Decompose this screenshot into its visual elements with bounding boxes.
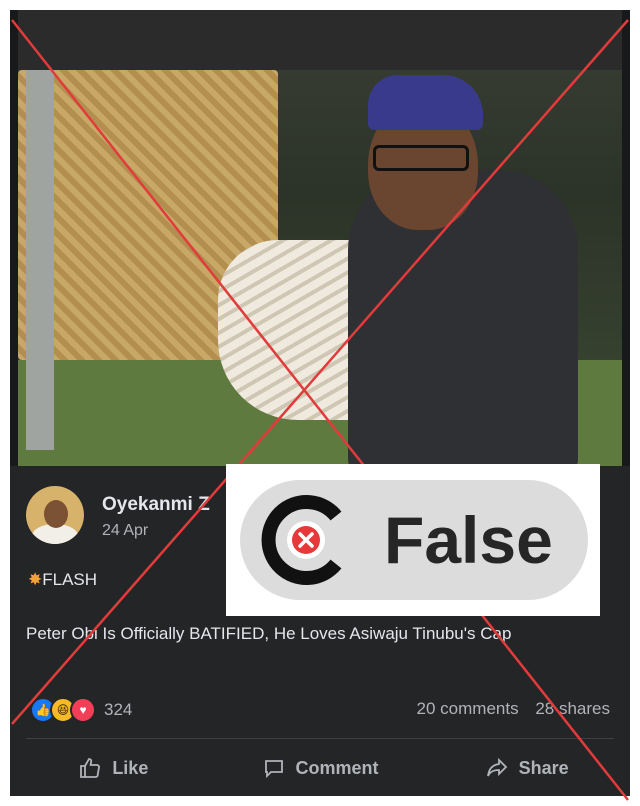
love-reaction-icon: ♥ <box>70 697 96 723</box>
collision-icon: ✸ <box>28 570 43 589</box>
flash-line: ✸FLASH <box>28 570 97 590</box>
thumbs-up-icon <box>80 758 101 778</box>
divider <box>26 738 614 739</box>
engagement-stats: 20 comments 28 shares <box>405 699 610 719</box>
author-avatar[interactable] <box>26 486 84 544</box>
verdict-pill: False <box>240 480 588 600</box>
verdict-label: False <box>384 503 553 577</box>
comment-icon <box>264 760 283 779</box>
comment-button[interactable]: Comment <box>217 748 424 788</box>
post-date[interactable]: 24 Apr <box>102 522 148 540</box>
comment-label: Comment <box>295 757 379 778</box>
fact-check-badge: False <box>226 464 600 616</box>
fact-check-logo-icon <box>261 495 342 585</box>
action-bar: Like Comment Share <box>10 748 630 788</box>
share-arrow-icon <box>486 757 507 777</box>
flash-label: FLASH <box>42 570 98 589</box>
comments-count[interactable]: 20 comments <box>417 699 519 718</box>
post-photo <box>18 10 622 466</box>
seated-man <box>218 50 578 466</box>
like-label: Like <box>112 757 149 778</box>
cap <box>368 75 483 130</box>
share-label: Share <box>518 757 569 778</box>
post-text: Peter Obi Is Officially BATIFIED, He Lov… <box>26 624 512 643</box>
reaction-count: 324 <box>104 700 133 719</box>
facebook-post-screenshot: Oyekanmi Z 24 Apr ✸FLASH Peter Obi Is Of… <box>10 10 630 796</box>
like-button[interactable]: Like <box>10 748 217 788</box>
author-name[interactable]: Oyekanmi Z <box>102 494 210 516</box>
reaction-summary[interactable]: 👍 😆 ♥ 324 <box>30 697 133 723</box>
shares-count[interactable]: 28 shares <box>535 699 610 718</box>
share-button[interactable]: Share <box>423 748 630 788</box>
